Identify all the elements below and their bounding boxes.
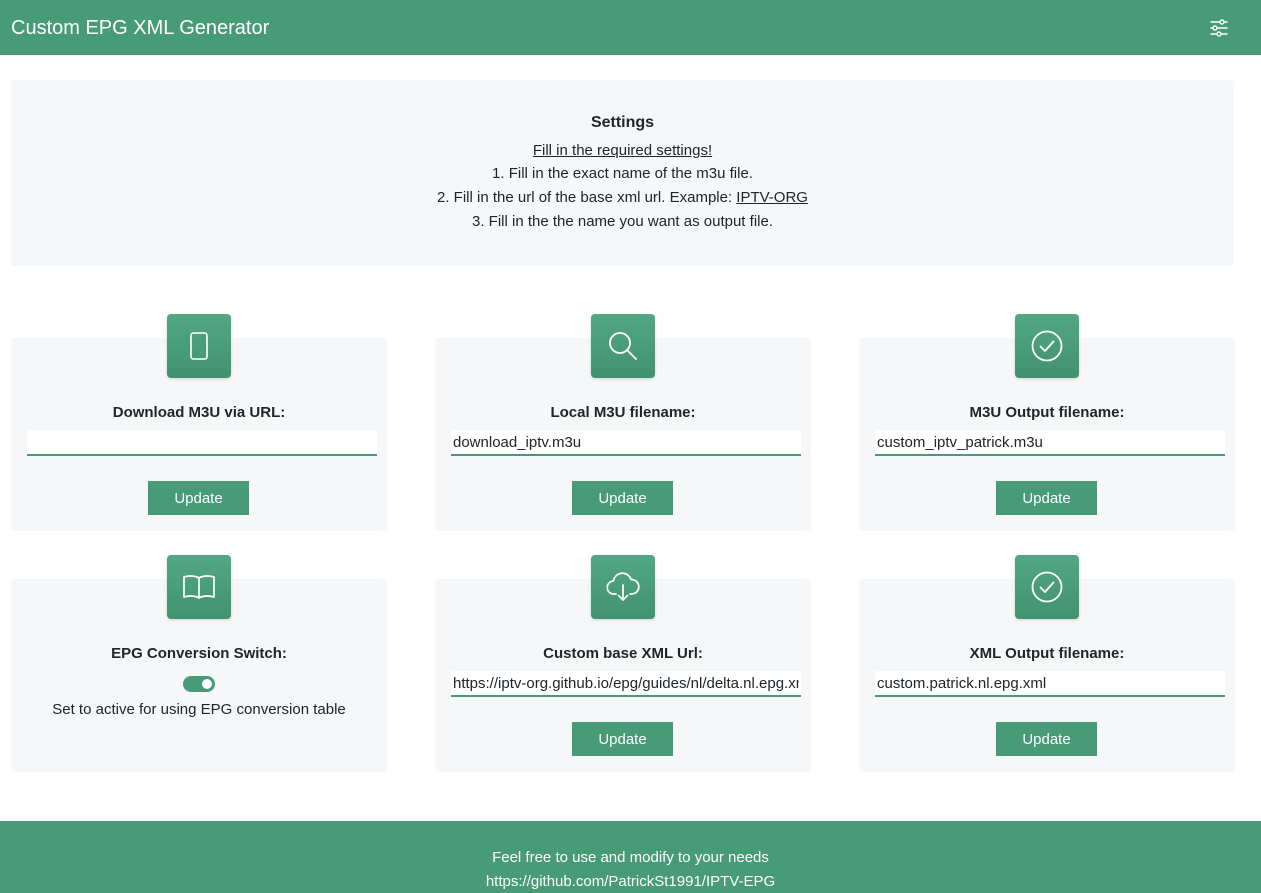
github-link[interactable]: https://github.com/PatrickSt1991/IPTV-EP… [0,872,1261,892]
epg-conversion-toggle[interactable] [183,676,215,692]
xml-output-title: XML Output filename: [969,645,1125,662]
xml-output-card: XML Output filename: Update [859,555,1235,772]
base-xml-title: Custom base XML Url: [543,645,703,662]
epg-switch-description: Set to active for using EPG conversion t… [52,701,346,718]
check-circle-icon [1015,314,1079,378]
footer: Feel free to use and modify to your need… [0,821,1261,893]
download-m3u-title: Download M3U via URL: [112,404,286,421]
base-xml-card: Custom base XML Url: Update [435,555,811,772]
required-settings-link[interactable]: Fill in the required settings! [533,142,712,159]
tablet-icon [167,314,231,378]
settings-title: Settings [590,114,655,131]
check-circle-icon [1015,555,1079,619]
local-m3u-filename-input[interactable] [451,430,801,456]
m3u-output-update-button[interactable]: Update [996,481,1097,515]
settings-step-3: 3. Fill in the the name you want as outp… [471,213,773,230]
local-m3u-title: Local M3U filename: [550,404,696,421]
epg-switch-card: EPG Conversion Switch: Set to active for… [11,555,387,772]
toggle-knob [202,679,212,689]
settings-panel: Settings Fill in the required settings! … [11,80,1234,266]
local-m3u-card: Local M3U filename: Update [435,314,811,531]
footer-text: Feel free to use and modify to your need… [492,849,769,866]
base-xml-url-input[interactable] [451,671,801,697]
download-m3u-card: Download M3U via URL: Update [11,314,387,531]
cloud-download-icon [591,555,655,619]
download-m3u-url-input[interactable] [27,430,377,456]
book-icon [167,555,231,619]
settings-step-1: 1. Fill in the exact name of the m3u fil… [492,165,753,182]
m3u-output-filename-input[interactable] [875,430,1225,456]
download-m3u-update-button[interactable]: Update [148,481,249,515]
epg-switch-title: EPG Conversion Switch: [111,645,287,662]
settings-step-2-text: 2. Fill in the url of the base xml url. … [437,189,737,206]
iptv-org-link[interactable]: IPTV-ORG [736,189,808,206]
search-icon [591,314,655,378]
sliders-icon[interactable] [1207,16,1231,40]
m3u-output-card: M3U Output filename: Update [859,314,1235,531]
xml-output-filename-input[interactable] [875,671,1225,697]
app-title[interactable]: Custom EPG XML Generator [11,16,269,40]
local-m3u-update-button[interactable]: Update [572,481,673,515]
m3u-output-title: M3U Output filename: [969,404,1125,421]
base-xml-update-button[interactable]: Update [572,722,673,756]
settings-step-2: 2. Fill in the url of the base xml url. … [11,188,1234,208]
xml-output-update-button[interactable]: Update [996,722,1097,756]
navbar: Custom EPG XML Generator [0,0,1261,55]
